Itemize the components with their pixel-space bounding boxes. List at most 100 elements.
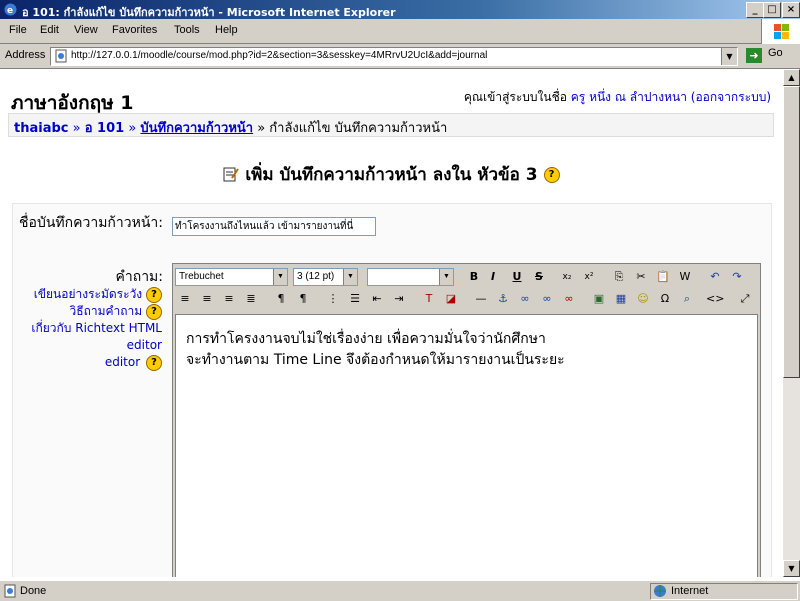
size-select[interactable]: 3 (12 pt) ▼ <box>293 268 358 286</box>
scroll-up-icon[interactable]: ▲ <box>783 69 800 86</box>
close-button[interactable]: × <box>782 2 800 18</box>
chevron-down-icon: ▼ <box>343 269 357 285</box>
help-icon[interactable]: ? <box>146 354 162 371</box>
page-heading: เพิ่ม บันทึกความก้าวหน้า ลงใน หัวข้อ 3 ? <box>0 161 783 188</box>
editor-toolbar-1: Trebuchet ▼ 3 (12 pt) ▼ ▼ B I U S x₂ x² ⎘ … <box>173 266 760 288</box>
menu-file[interactable]: File <box>9 24 27 36</box>
breadcrumb-sep: » <box>253 121 270 136</box>
menu-favorites[interactable]: Favorites <box>112 24 157 36</box>
logout-link[interactable]: (ออกจากระบบ) <box>691 90 771 104</box>
status-bar: Done Internet <box>0 580 800 601</box>
menu-tools[interactable]: Tools <box>174 24 200 36</box>
paste-word-icon[interactable]: W <box>676 269 694 285</box>
strikethrough-icon[interactable]: S <box>530 269 548 285</box>
bold-icon[interactable]: B <box>465 269 483 285</box>
redo-icon[interactable]: ↷ <box>728 269 746 285</box>
menu-edit[interactable]: Edit <box>40 24 59 36</box>
menu-view[interactable]: View <box>74 24 98 36</box>
anchor-icon[interactable]: ⚓ <box>494 291 512 307</box>
nolink-icon[interactable]: ∞ <box>560 291 578 307</box>
address-dropdown-icon[interactable]: ▼ <box>721 48 737 65</box>
heading-text: เพิ่ม บันทึกความก้าวหน้า ลงใน หัวข้อ 3 <box>245 165 538 185</box>
minimize-button[interactable]: _ <box>746 2 764 18</box>
align-left-icon[interactable]: ≡ <box>176 291 194 307</box>
align-right-icon[interactable]: ≡ <box>220 291 238 307</box>
insert-table-icon[interactable]: ▦ <box>612 291 630 307</box>
breadcrumb-sep: » <box>124 121 141 136</box>
login-text: คุณเข้าสู่ระบบในชื่อ <box>463 90 567 104</box>
help-link-richtext[interactable]: เกี่ยวกับ Richtext HTML editor <box>31 321 162 352</box>
copy-icon[interactable]: ⎘ <box>610 269 628 285</box>
outdent-icon[interactable]: ⇤ <box>368 291 386 307</box>
editor-line: จะทำงานตาม Time Line จึงต้องกำหนดให้มารา… <box>186 352 565 368</box>
breadcrumb-module[interactable]: บันทึกความก้าวหน้า <box>140 121 253 136</box>
window-titlebar: e อ 101: กำลังแก้ไข บันทึกความก้าวหน้า -… <box>0 0 800 19</box>
format-select[interactable]: ▼ <box>367 268 454 286</box>
scroll-thumb[interactable] <box>783 86 800 378</box>
fullscreen-icon[interactable]: ⤢ <box>736 291 754 307</box>
breadcrumb: thaiabc » อ 101 » บันทึกความก้าวหน้า » ก… <box>8 113 774 137</box>
address-label: Address <box>5 49 46 61</box>
help-link-questions[interactable]: วิธีถามคำถาม <box>70 304 143 318</box>
help-icon[interactable]: ? <box>146 286 162 303</box>
journal-name-input[interactable]: ทำโครงงานถึงไหนแล้ว เข้ามารายงานที่นี่ <box>172 217 376 236</box>
superscript-icon[interactable]: x² <box>580 269 598 285</box>
chevron-down-icon: ▼ <box>273 269 287 285</box>
horizontal-rule-icon[interactable]: — <box>472 291 490 307</box>
link-icon[interactable]: ∞ <box>516 291 534 307</box>
ltr-icon[interactable]: ¶ <box>272 291 290 307</box>
go-button[interactable]: Go <box>768 47 783 59</box>
justify-icon[interactable]: ≣ <box>242 291 260 307</box>
font-select[interactable]: Trebuchet ▼ <box>175 268 288 286</box>
ordered-list-icon[interactable]: ⋮ <box>324 291 342 307</box>
page-icon <box>55 49 67 63</box>
security-zone: Internet <box>650 583 798 600</box>
editor-toolbar-2: ≡ ≡ ≡ ≣ ¶ ¶ ⋮ ☰ ⇤ ⇥ T ◪ — ⚓ ∞ ∞ ∞ ▣ ▦ ☺ … <box>173 288 760 310</box>
status-text: Done <box>20 585 47 597</box>
ie-icon: e <box>4 3 17 16</box>
menu-help[interactable]: Help <box>215 24 238 36</box>
editor-text-area[interactable]: การทำโครงงานจบไม่ใช่เรื่องง่าย เพื่อความ… <box>175 314 758 577</box>
size-select-value: 3 (12 pt) <box>297 271 335 282</box>
paste-icon[interactable]: 📋 <box>654 269 672 285</box>
cut-icon[interactable]: ✂ <box>632 269 650 285</box>
underline-icon[interactable]: U <box>508 269 526 285</box>
align-center-icon[interactable]: ≡ <box>198 291 216 307</box>
subscript-icon[interactable]: x₂ <box>558 269 576 285</box>
smiley-icon[interactable]: ☺ <box>634 291 652 307</box>
globe-icon <box>654 585 666 597</box>
help-icon[interactable]: ? <box>146 303 162 320</box>
unlink-icon[interactable]: ∞ <box>538 291 556 307</box>
text-color-icon[interactable]: T <box>420 291 438 307</box>
undo-icon[interactable]: ↶ <box>706 269 724 285</box>
rtl-icon[interactable]: ¶ <box>294 291 312 307</box>
search-replace-icon[interactable]: ⌕ <box>678 291 696 307</box>
unordered-list-icon[interactable]: ☰ <box>346 291 364 307</box>
html-source-icon[interactable]: <> <box>706 291 724 307</box>
help-icon[interactable]: ? <box>543 167 560 183</box>
italic-icon[interactable]: I <box>484 269 502 285</box>
vertical-scrollbar[interactable]: ▲ ▼ <box>783 69 800 577</box>
help-link-richtext-cont[interactable]: editor <box>105 355 140 369</box>
breadcrumb-home[interactable]: thaiabc <box>14 121 68 136</box>
editor-content: การทำโครงงานจบไม่ใช่เรื่องง่าย เพื่อความ… <box>186 329 565 371</box>
chevron-down-icon: ▼ <box>439 269 453 285</box>
breadcrumb-course[interactable]: อ 101 <box>85 121 124 136</box>
user-link[interactable]: ครู หนึ่ง ณ ลำปางหนา <box>571 90 687 104</box>
maximize-button[interactable]: □ <box>763 2 781 18</box>
windows-logo-icon <box>761 19 800 45</box>
scroll-down-icon[interactable]: ▼ <box>783 560 800 577</box>
insert-image-icon[interactable]: ▣ <box>590 291 608 307</box>
help-links: เขียนอย่างระมัดระวัง ? วิธีถามคำถาม ? เก… <box>10 286 162 371</box>
font-select-value: Trebuchet <box>179 271 224 282</box>
special-char-icon[interactable]: Ω <box>656 291 674 307</box>
go-arrow-icon[interactable]: ➜ <box>746 48 762 63</box>
help-link-write-carefully[interactable]: เขียนอย่างระมัดระวัง <box>34 287 142 301</box>
address-input[interactable]: http://127.0.0.1/moodle/course/mod.php?i… <box>50 47 738 66</box>
zone-text: Internet <box>671 585 709 597</box>
journal-name-label: ชื่อบันทึกความก้าวหน้า: <box>19 215 163 231</box>
breadcrumb-sep: » <box>68 121 85 136</box>
bg-color-icon[interactable]: ◪ <box>442 291 460 307</box>
page-content: ภาษาอังกฤษ 1 คุณเข้าสู่ระบบในชื่อ ครู หน… <box>0 69 783 577</box>
indent-icon[interactable]: ⇥ <box>390 291 408 307</box>
